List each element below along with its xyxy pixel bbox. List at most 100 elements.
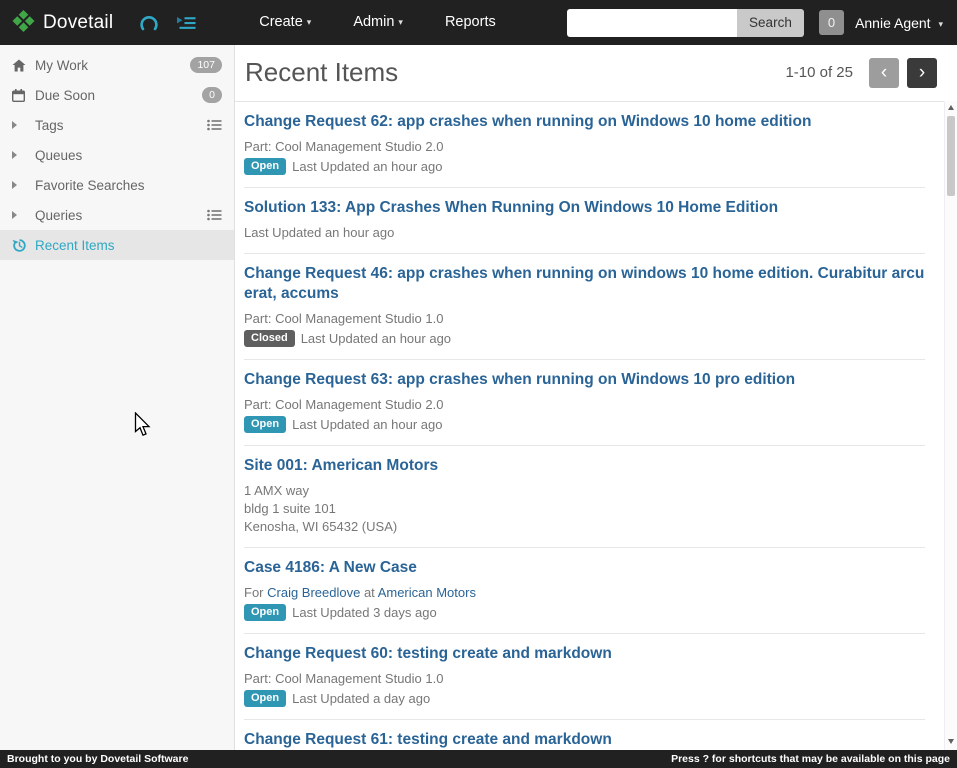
pagination: 1-10 of 25 ‹ ›: [785, 57, 937, 88]
status-line: Open Last Updated a day ago: [244, 689, 925, 708]
sidebar-item-tags[interactable]: Tags: [0, 110, 234, 140]
user-menu[interactable]: Annie Agent ▾: [855, 15, 943, 31]
item-title-link[interactable]: Solution 133: App Crashes When Running O…: [244, 198, 925, 218]
last-updated: Last Updated an hour ago: [292, 159, 443, 174]
list-item: Change Request 60: testing create and ma…: [244, 634, 925, 720]
nav-reports[interactable]: Reports: [424, 0, 517, 45]
sidebar-item-label: Queues: [35, 147, 83, 163]
list-icon[interactable]: [207, 209, 222, 221]
caret-down-icon: ▾: [938, 18, 943, 29]
status-badge: Open: [244, 604, 287, 621]
item-meta: Last Updated an hour ago: [244, 225, 395, 240]
pagination-range: 1-10 of 25: [785, 64, 853, 81]
recent-items-list: Change Request 62: app crashes when runn…: [235, 102, 957, 750]
user-name: Annie Agent: [855, 14, 931, 31]
nav-create[interactable]: Create ▾: [238, 0, 332, 45]
item-title-link[interactable]: Change Request 62: app crashes when runn…: [244, 112, 925, 132]
item-meta: Kenosha, WI 65432 (USA): [244, 519, 398, 534]
item-meta: Part: Cool Management Studio 2.0: [244, 139, 444, 154]
site-link[interactable]: American Motors: [378, 585, 476, 600]
item-meta: 1 AMX way: [244, 483, 310, 498]
list-item: Change Request 46: app crashes when runn…: [244, 254, 925, 360]
status-line: Open Last Updated an hour ago: [244, 157, 925, 176]
caret-icon: [12, 151, 35, 159]
item-for-line: For Craig Breedlove at American Motors: [244, 585, 476, 600]
status-badge: Open: [244, 416, 287, 433]
nav-label: Reports: [444, 14, 496, 30]
search-button[interactable]: Search: [737, 8, 804, 37]
status-line: Open Last Updated 3 days ago: [244, 603, 925, 622]
list-item: Solution 133: App Crashes When Running O…: [244, 188, 925, 254]
sidebar-item-label: My Work: [35, 57, 88, 73]
page-title: Recent Items: [245, 57, 399, 87]
status-badge: Closed: [244, 330, 295, 347]
footer: Brought to you by Dovetail Software Pres…: [0, 750, 957, 768]
search-group: Search: [567, 8, 804, 37]
caret-icon: [12, 211, 35, 219]
sidebar: My Work 107 Due Soon 0 Tags Queues Favorite Se…: [0, 45, 235, 750]
sidebar-item-my-work[interactable]: My Work 107: [0, 50, 234, 80]
next-page-button[interactable]: ›: [907, 57, 937, 88]
calendar-icon: [12, 88, 35, 102]
item-title-link[interactable]: Case 4186: A New Case: [244, 558, 925, 578]
item-title-link[interactable]: Change Request 63: app crashes when runn…: [244, 370, 925, 390]
top-nav: Create ▾ Admin ▾ Reports: [238, 0, 516, 45]
status-badge: Open: [244, 690, 287, 707]
search-input[interactable]: [567, 8, 738, 37]
count-badge: 107: [190, 56, 222, 74]
item-title-link[interactable]: Change Request 46: app crashes when runn…: [244, 264, 925, 304]
sidebar-item-label: Recent Items: [35, 237, 115, 253]
item-title-link[interactable]: Site 001: American Motors: [244, 456, 925, 476]
caret-icon: [12, 121, 35, 129]
status-badge: Open: [244, 158, 287, 175]
count-badge: 0: [202, 86, 222, 104]
history-icon: [12, 238, 35, 253]
scroll-thumb[interactable]: [947, 116, 955, 196]
last-updated: Last Updated an hour ago: [300, 331, 452, 346]
list-item: Case 4186: A New Case For Craig Breedlove…: [244, 548, 925, 634]
sidebar-item-queries[interactable]: Queries: [0, 200, 234, 230]
sidebar-item-label: Due Soon: [35, 87, 96, 103]
list-icon[interactable]: [207, 119, 222, 131]
sidebar-item-favorite-searches[interactable]: Favorite Searches: [0, 170, 234, 200]
brand[interactable]: Dovetail: [0, 9, 121, 37]
sidebar-item-label: Tags: [35, 117, 64, 133]
topbar: Dovetail Create ▾ Admin ▾ Reports Search 0 A…: [0, 0, 957, 45]
scroll-up-button[interactable]: [945, 101, 957, 114]
nav-label: Admin: [353, 14, 395, 30]
footer-credit: Brought to you by Dovetail Software: [7, 753, 189, 765]
last-updated: Last Updated a day ago: [292, 691, 431, 706]
list-item: Site 001: American Motors 1 AMX way bldg 1…: [244, 446, 925, 548]
status-line: Open Last Updated an hour ago: [244, 415, 925, 434]
sidebar-item-queues[interactable]: Queues: [0, 140, 234, 170]
scroll-down-button[interactable]: [945, 735, 957, 748]
main-header: Recent Items 1-10 of 25 ‹ ›: [235, 45, 957, 102]
last-updated: Last Updated 3 days ago: [292, 605, 437, 620]
notification-counter[interactable]: 0: [818, 10, 845, 35]
nav-admin[interactable]: Admin ▾: [332, 0, 424, 45]
contact-link[interactable]: Craig Breedlove: [267, 585, 360, 600]
gauge-icon[interactable]: [139, 15, 159, 31]
item-title-link[interactable]: Change Request 60: testing create and ma…: [244, 644, 925, 664]
home-icon: [12, 59, 35, 72]
sidebar-item-recent-items[interactable]: Recent Items: [0, 230, 234, 260]
worklist-icon[interactable]: [177, 16, 196, 30]
list-item: Change Request 62: app crashes when runn…: [244, 102, 925, 188]
footer-shortcuts-hint: Press ? for shortcuts that may be availa…: [671, 753, 950, 765]
down-arrow-icon: [948, 739, 954, 744]
item-meta: bldg 1 suite 101: [244, 501, 336, 516]
item-meta: Part: Cool Management Studio 1.0: [244, 311, 444, 326]
scrollbar[interactable]: [944, 101, 957, 750]
list-item: Change Request 61: testing create and ma…: [244, 720, 925, 750]
item-title-link[interactable]: Change Request 61: testing create and ma…: [244, 730, 925, 750]
caret-icon: [12, 181, 35, 189]
list-item: Change Request 63: app crashes when runn…: [244, 360, 925, 446]
dovetail-logo-icon: [12, 9, 35, 37]
nav-label: Create: [259, 14, 303, 30]
last-updated: Last Updated an hour ago: [292, 417, 443, 432]
up-arrow-icon: [948, 105, 954, 110]
prev-page-button[interactable]: ‹: [869, 57, 899, 88]
caret-down-icon: ▾: [306, 17, 312, 27]
item-meta: Part: Cool Management Studio 2.0: [244, 397, 444, 412]
sidebar-item-due-soon[interactable]: Due Soon 0: [0, 80, 234, 110]
